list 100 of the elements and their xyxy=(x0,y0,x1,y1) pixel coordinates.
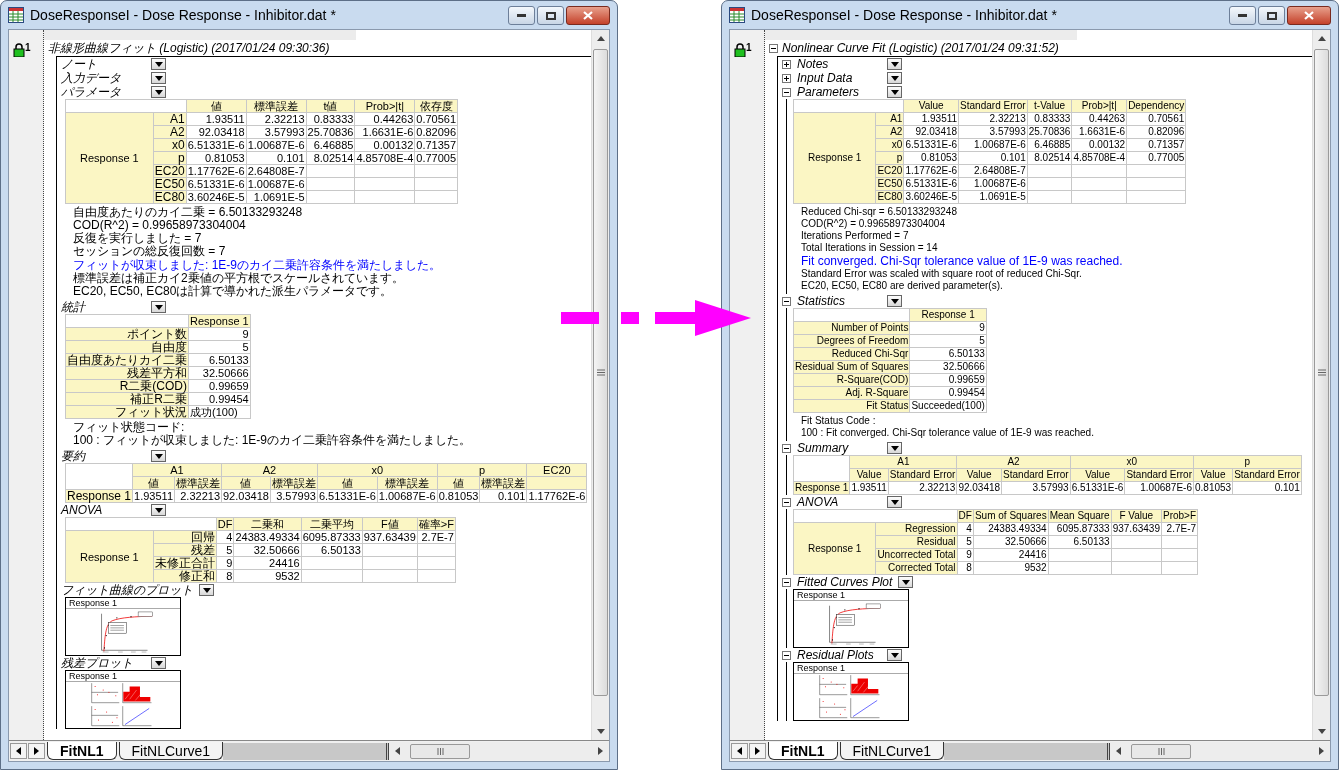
scroll-right-icon[interactable] xyxy=(1319,747,1324,755)
plot-thumbnail[interactable]: Response 1 xyxy=(793,589,909,648)
table-cell: 1.93511 xyxy=(186,112,247,126)
table-cell: 5 xyxy=(188,340,251,354)
plot-thumbnail[interactable]: Response 1 xyxy=(793,662,909,721)
dropdown-button[interactable] xyxy=(151,301,166,313)
dropdown-button[interactable] xyxy=(898,576,914,588)
column-header: Mean Square xyxy=(1048,509,1112,523)
collapse-toggle[interactable] xyxy=(782,443,791,453)
table-cell: 0.83333 xyxy=(1027,112,1072,126)
dropdown-button[interactable] xyxy=(887,496,902,508)
vertical-scrollbar[interactable] xyxy=(1312,30,1330,740)
column-header: 確率>F xyxy=(417,517,456,531)
section-title: Notes xyxy=(797,58,830,70)
table-cell: 0.71357 xyxy=(1126,138,1186,152)
dropdown-button[interactable] xyxy=(151,86,166,98)
table-cell: 0.99659 xyxy=(909,373,987,387)
column-header: 値 xyxy=(186,99,247,113)
collapse-toggle[interactable] xyxy=(782,296,791,306)
plot-caption: Response 1 xyxy=(66,598,180,609)
sheet-tab[interactable]: FitNL1 xyxy=(768,742,838,760)
padlock-icon[interactable] xyxy=(734,43,746,57)
minimize-button[interactable] xyxy=(508,6,535,25)
scroll-left-icon[interactable] xyxy=(395,747,400,755)
scroll-up-icon[interactable] xyxy=(596,36,605,41)
previous-sheet-button[interactable] xyxy=(10,743,27,759)
previous-sheet-button[interactable] xyxy=(731,743,748,759)
section-title: 要約 xyxy=(61,450,87,462)
column-group-header: p xyxy=(1193,455,1302,469)
sheet-tab[interactable]: FitNL1 xyxy=(47,742,117,760)
sheet-tab[interactable]: FitNLCurve1 xyxy=(839,742,945,760)
dropdown-button[interactable] xyxy=(887,86,902,98)
dropdown-button[interactable] xyxy=(199,584,214,596)
table-cell: 0.101 xyxy=(246,151,307,165)
collapse-toggle[interactable] xyxy=(782,87,791,97)
dropdown-button[interactable] xyxy=(151,72,166,84)
table-cell: 6.50133 xyxy=(1048,535,1112,549)
lock-number-label: 1 xyxy=(746,43,752,53)
dropdown-button[interactable] xyxy=(151,657,166,669)
plot-thumbnail[interactable]: Response 1 xyxy=(65,597,181,656)
section-title: ノート xyxy=(61,58,98,70)
dropdown-button[interactable] xyxy=(151,504,166,516)
expand-toggle[interactable] xyxy=(782,59,791,69)
table-cell: 3.60246E-5 xyxy=(903,190,959,204)
table-cell: 1.00687E-6 xyxy=(1124,481,1194,495)
dropdown-button[interactable] xyxy=(151,58,166,70)
plot-thumbnail[interactable]: Response 1 xyxy=(65,670,181,729)
dropdown-button[interactable] xyxy=(887,442,902,454)
table-cell: 0.70561 xyxy=(1126,112,1186,126)
close-button[interactable] xyxy=(566,6,610,25)
collapse-toggle[interactable] xyxy=(782,497,791,507)
dropdown-button[interactable] xyxy=(151,450,166,462)
padlock-icon[interactable] xyxy=(13,43,25,57)
next-sheet-button[interactable] xyxy=(28,743,45,759)
vertical-scrollbar[interactable] xyxy=(591,30,609,740)
sheet-tab[interactable]: FitNLCurve1 xyxy=(118,742,224,760)
column-header: Dependency xyxy=(1126,99,1186,113)
table-cell: 937.63439 xyxy=(1111,522,1162,536)
table-cell: 6.51331E-6 xyxy=(186,138,247,152)
collapse-toggle[interactable] xyxy=(769,44,778,53)
note-text: 100 : Fit converged. Chi-Sqr tolerance value of 1E-9 was reached. xyxy=(801,427,1095,439)
scroll-right-icon[interactable] xyxy=(598,747,603,755)
caret-down-icon xyxy=(154,660,163,666)
table-cell: 5 xyxy=(216,543,234,557)
scroll-down-icon[interactable] xyxy=(1317,729,1326,734)
scroll-up-icon[interactable] xyxy=(1317,36,1326,41)
table-cell: 2.64808E-7 xyxy=(958,164,1028,178)
next-sheet-button[interactable] xyxy=(749,743,766,759)
table-cell: 0.82096 xyxy=(1126,125,1186,139)
table-cell: 6.51331E-6 xyxy=(903,138,959,152)
table-cell: 6.46885 xyxy=(306,138,355,152)
table-cell: 6.50133 xyxy=(188,353,251,367)
grip-icon xyxy=(436,747,444,755)
column-header: Prob>F xyxy=(1161,509,1198,523)
close-icon xyxy=(583,11,593,20)
collapse-toggle[interactable] xyxy=(782,650,791,660)
scroll-down-icon[interactable] xyxy=(596,729,605,734)
table-cell: 2.7E-7 xyxy=(1161,522,1198,536)
collapse-toggle[interactable] xyxy=(782,577,791,587)
expand-toggle[interactable] xyxy=(782,73,791,83)
column-header: Prob>|t| xyxy=(1071,99,1127,113)
dropdown-button[interactable] xyxy=(887,649,902,661)
maximize-button[interactable] xyxy=(1258,6,1285,25)
table-cell: 0.81053 xyxy=(903,151,959,165)
scroll-left-icon[interactable] xyxy=(1116,747,1121,755)
table-cell: 1.17762E-6 xyxy=(526,489,587,503)
dropdown-button[interactable] xyxy=(887,295,902,307)
caret-down-icon xyxy=(901,579,910,585)
maximize-button[interactable] xyxy=(537,6,564,25)
dropdown-button[interactable] xyxy=(887,72,902,84)
dropdown-button[interactable] xyxy=(887,58,902,70)
table-cell: 6.50133 xyxy=(909,347,987,361)
table-cell: 9532 xyxy=(973,561,1049,575)
minimize-button[interactable] xyxy=(1229,6,1256,25)
lock-number-label: 1 xyxy=(25,43,31,53)
table-cell: 24416 xyxy=(973,548,1049,562)
table-cell: Succeeded(100) xyxy=(909,399,987,413)
close-button[interactable] xyxy=(1287,6,1331,25)
section-title: Input Data xyxy=(797,72,854,84)
table-cell: 1.17762E-6 xyxy=(186,164,247,178)
